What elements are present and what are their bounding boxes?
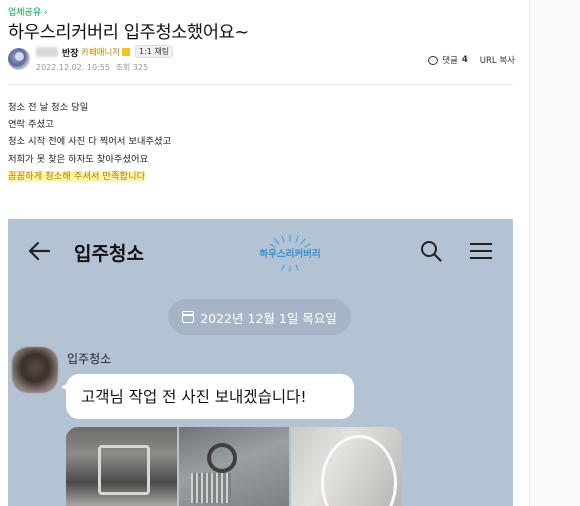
body-line: 연락 주셨고 bbox=[8, 119, 54, 131]
brand-logo: 하우스리커버리 bbox=[255, 233, 325, 273]
url-copy-button[interactable]: URL 복사 bbox=[480, 54, 515, 66]
post-actions: 댓글 4 URL 복사 bbox=[428, 54, 515, 66]
manager-mark-icon bbox=[122, 48, 131, 56]
comment-icon[interactable] bbox=[428, 55, 439, 65]
category-link[interactable]: 업체공유 › bbox=[8, 5, 48, 18]
comments-count[interactable]: 4 bbox=[462, 55, 468, 65]
author-nickname-blurred bbox=[36, 47, 58, 57]
logo-text: 하우스리커버리 bbox=[259, 249, 321, 260]
author-rank[interactable]: 반장 bbox=[62, 46, 79, 59]
search-icon bbox=[421, 241, 442, 262]
comments-label[interactable]: 댓글 bbox=[442, 54, 458, 66]
chat-screenshot: 입주청소 하우스리커버리 2022년 12월 1일 목요일 입주청소 고객님 작… bbox=[8, 219, 513, 506]
date-label: 2022년 12월 1일 목요일 bbox=[200, 310, 337, 326]
photo-floor-drain bbox=[179, 427, 289, 506]
divider bbox=[8, 84, 513, 85]
photo-grid bbox=[66, 427, 402, 506]
article: 업체공유 › 하우스리커버리 입주청소했어요~ 반장 카페매니저 1:1 채팅 … bbox=[0, 0, 529, 506]
avatar[interactable] bbox=[8, 48, 30, 70]
sender-name: 입주청소 bbox=[67, 352, 112, 366]
post-meta: 2022.12.02. 10:55 조회 325 bbox=[36, 62, 148, 73]
right-gutter bbox=[529, 0, 580, 506]
body-line-highlighted: 꼼꼼하게 청소해 주셔서 만족합니다 bbox=[8, 170, 146, 182]
photo-toilet-paper-holder bbox=[66, 427, 177, 506]
manager-badge-label: 카페매니저 bbox=[81, 48, 121, 58]
manager-badge: 카페매니저 bbox=[81, 46, 131, 58]
message-bubble: 고객님 작업 전 사진 보내겠습니다! bbox=[61, 374, 354, 419]
post-views: 조회 325 bbox=[115, 63, 149, 72]
post-date: 2022.12.02. 10:55 bbox=[36, 63, 110, 72]
date-divider: 2022년 12월 1일 목요일 bbox=[168, 299, 351, 335]
calendar-icon bbox=[182, 311, 195, 323]
chat-title: 입주청소 bbox=[74, 243, 144, 265]
post-body: 청소 전 날 청소 당일 연락 주셨고 청소 시작 전에 사진 다 찍어서 보내… bbox=[8, 99, 171, 185]
photo-sink bbox=[291, 427, 402, 506]
chat-button[interactable]: 1:1 채팅 bbox=[135, 45, 174, 58]
chevron-right-icon: › bbox=[44, 8, 48, 18]
category-label[interactable]: 업체공유 bbox=[8, 8, 41, 18]
menu-icon bbox=[470, 243, 492, 259]
body-line: 저희가 못 찾은 하자도 찾아주셨어요 bbox=[8, 153, 149, 165]
post-title: 하우스리커버리 입주청소했어요~ bbox=[8, 23, 249, 43]
sender-avatar bbox=[12, 347, 58, 393]
body-line: 청소 전 날 청소 당일 bbox=[8, 102, 89, 113]
body-line: 청소 시작 전에 사진 다 찍어서 보내주셨고 bbox=[8, 136, 172, 148]
back-arrow-icon bbox=[28, 241, 50, 261]
